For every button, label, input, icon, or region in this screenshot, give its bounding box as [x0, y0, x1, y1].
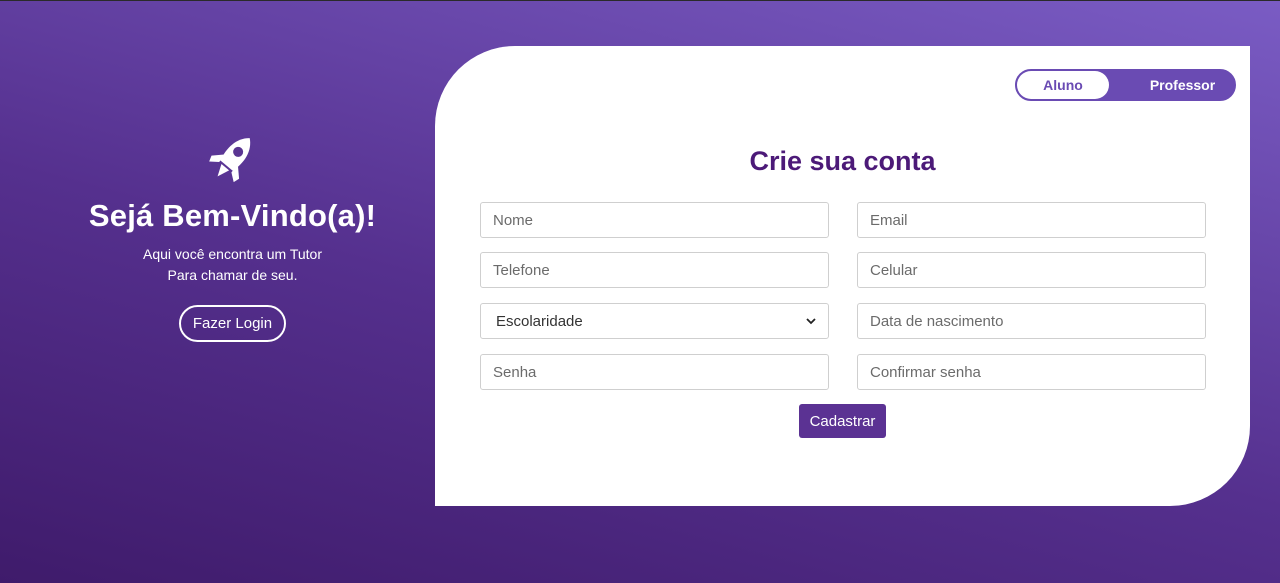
chevron-down-icon: [806, 318, 816, 325]
welcome-subtitle-line2: Para chamar de seu.: [167, 267, 298, 283]
birthdate-field[interactable]: [857, 303, 1206, 339]
role-toggle[interactable]: Aluno Professor: [1015, 69, 1236, 101]
email-field[interactable]: [857, 202, 1206, 238]
welcome-subtitle: Aqui você encontra um Tutor Para chamar …: [80, 244, 385, 286]
form-title: Crie sua conta: [749, 146, 936, 176]
signup-card: Aluno Professor Crie sua conta Escolarid…: [435, 46, 1250, 506]
education-select-value: Escolaridade: [496, 312, 583, 330]
welcome-panel: Sejá Bem-Vindo(a)! Aqui você encontra um…: [80, 130, 385, 342]
confirm-password-field[interactable]: [857, 354, 1206, 390]
name-field[interactable]: [480, 202, 829, 238]
password-field[interactable]: [480, 354, 829, 390]
toggle-option-teacher[interactable]: Professor: [1127, 71, 1238, 99]
welcome-title: Sejá Bem-Vindo(a)!: [88, 198, 377, 233]
login-button[interactable]: Fazer Login: [178, 305, 287, 342]
education-select[interactable]: Escolaridade: [480, 303, 829, 339]
phone-field[interactable]: [480, 252, 829, 288]
top-border: [0, 0, 1280, 1]
rocket-icon: [208, 138, 250, 183]
welcome-subtitle-line1: Aqui você encontra um Tutor: [143, 246, 322, 262]
toggle-option-student[interactable]: Aluno: [1017, 71, 1109, 99]
submit-button[interactable]: Cadastrar: [799, 404, 886, 438]
cell-field[interactable]: [857, 252, 1206, 288]
